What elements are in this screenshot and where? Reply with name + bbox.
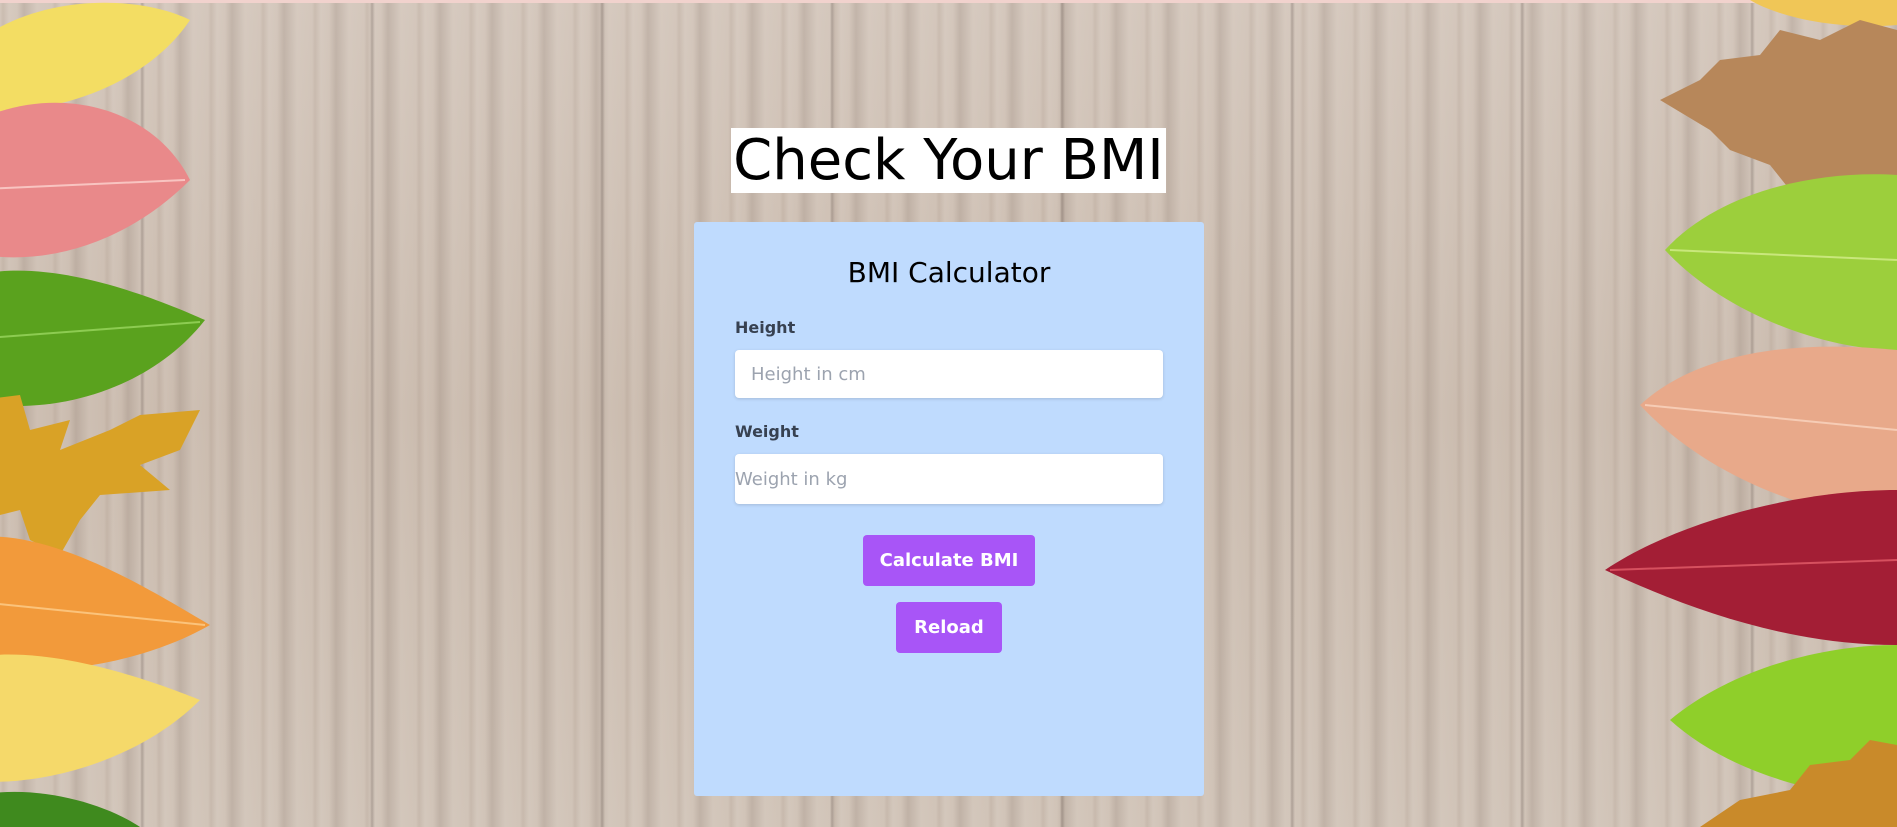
leaf-crimson [1605, 490, 1897, 645]
reload-button[interactable]: Reload [896, 602, 1002, 653]
weight-label: Weight [735, 422, 799, 441]
height-input[interactable] [735, 350, 1163, 398]
bmi-calculator-card: BMI Calculator Height Weight Calculate B… [694, 222, 1204, 796]
leaf-oak-gold [0, 395, 200, 555]
left-leaves [0, 2, 210, 827]
calculate-bmi-button[interactable]: Calculate BMI [863, 535, 1035, 586]
leaf-orange [0, 536, 210, 671]
leaf-yellow [0, 2, 190, 112]
page-title: Check Your BMI [0, 128, 1897, 193]
leaf-green [0, 270, 205, 406]
leaf-dark-green [0, 791, 140, 827]
leaf-lime [1665, 174, 1897, 350]
right-leaves [1605, 0, 1897, 827]
leaf-light-yellow [0, 654, 200, 782]
page-background: Check Your BMI BMI Calculator Height Wei… [0, 0, 1897, 827]
leaf-yellow-top [1750, 0, 1897, 27]
weight-input[interactable] [735, 454, 1163, 504]
height-label: Height [735, 318, 796, 337]
calculator-title: BMI Calculator [847, 256, 1051, 289]
page-title-text: Check Your BMI [731, 128, 1166, 193]
